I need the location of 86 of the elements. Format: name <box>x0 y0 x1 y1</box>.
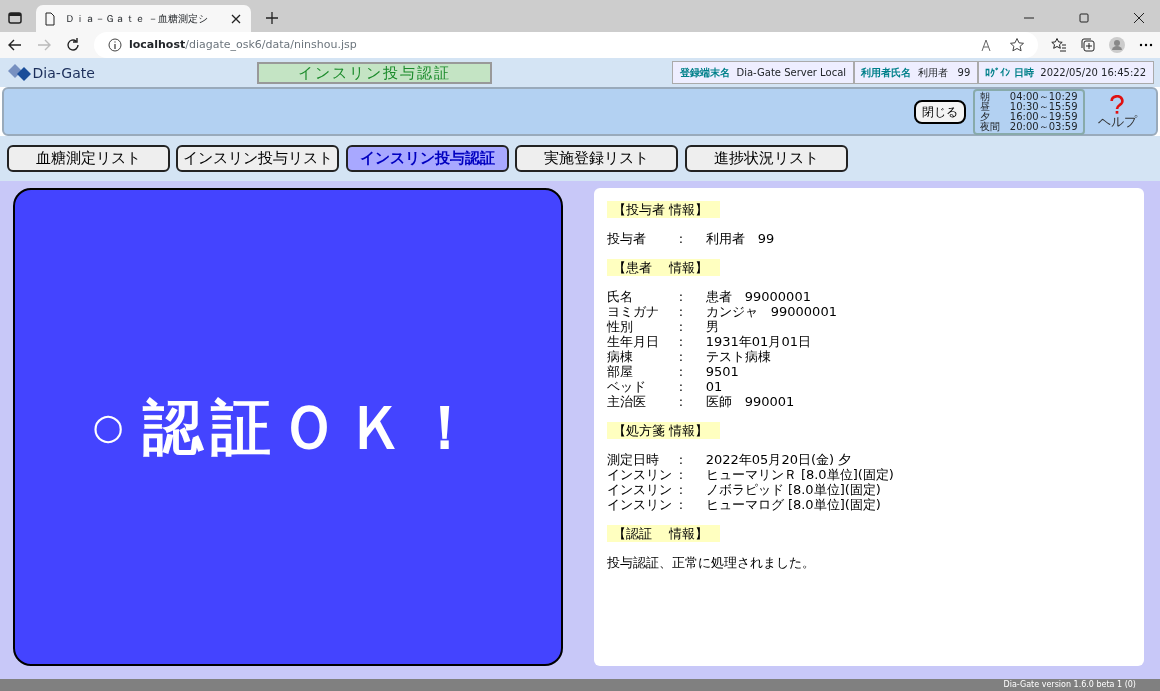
page-title: インスリン投与認証 <box>256 61 492 84</box>
field-value: 9501 <box>705 363 740 379</box>
url-text: localhost/diagate_osk6/data/ninshou.jsp <box>129 36 358 53</box>
browser-tab[interactable]: Ｄｉａ－Ｇａｔｅ －血糖測定シ <box>35 5 251 32</box>
tab-title: Ｄｉａ－Ｇａｔｅ －血糖測定シ <box>64 12 209 26</box>
field-value: 1931年01月01日 <box>705 333 812 349</box>
schedule-range: 16:00～19:59 <box>1009 111 1078 122</box>
result-mark: ○ <box>92 404 124 449</box>
nav-tab[interactable]: 血糖測定リスト <box>6 145 170 172</box>
collections-icon[interactable] <box>1079 37 1096 53</box>
field-separator: : <box>678 230 685 246</box>
section-heading: 【認証 情報】 <box>606 524 721 542</box>
field-separator: : <box>678 496 685 512</box>
new-tab-icon[interactable] <box>263 9 280 26</box>
version-text: Dia-Gate version 1.6.0 beta 1 (0) <box>1003 680 1136 689</box>
help-label: ヘルプ <box>1097 114 1137 129</box>
field-label: 氏名 <box>606 288 634 304</box>
field-separator: : <box>678 303 685 319</box>
schedule-range: 10:30～15:59 <box>1009 101 1078 112</box>
field-label: 生年月日 <box>606 333 660 349</box>
field-separator: : <box>678 288 685 304</box>
field-separator: : <box>678 378 685 394</box>
field-separator: : <box>678 333 685 349</box>
field-label: ベッド <box>606 378 647 394</box>
field-value: 患者 99000001 <box>705 288 812 304</box>
field-separator: : <box>678 363 685 379</box>
reload-icon[interactable] <box>64 37 81 53</box>
schedule-period: 朝 <box>979 91 991 102</box>
field-value: ヒューマログ [8.0単位](固定) <box>705 496 882 512</box>
field-label: ヨミガナ <box>606 303 660 319</box>
section-heading: 【投与者 情報】 <box>606 200 721 218</box>
field-value: 利用者 99 <box>705 230 776 246</box>
field-value: 男 <box>705 318 720 334</box>
info-value: Dia-Gate Server Local <box>736 66 847 80</box>
field-value: ヒューマリンＲ [8.0単位](固定) <box>705 466 895 482</box>
result-text: 認証ＯＫ！ <box>143 390 484 464</box>
field-label: 病棟 <box>606 348 634 364</box>
info-value: 2022/05/20 16:45:22 <box>1040 66 1146 80</box>
favorite-star-icon[interactable] <box>1008 37 1025 53</box>
field-separator: : <box>678 451 685 467</box>
field-label: インスリン <box>606 481 673 497</box>
nav-tab[interactable]: 進捗状況リスト <box>684 145 848 172</box>
favorites-icon[interactable] <box>1050 37 1067 53</box>
section-heading: 【患者 情報】 <box>606 258 721 276</box>
status-message: 投与認証、正常に処理されました。 <box>606 554 816 570</box>
schedule-range: 04:00～10:29 <box>1009 91 1078 102</box>
page-icon <box>42 10 58 27</box>
close-button[interactable]: 閉じる <box>914 99 967 124</box>
address-bar[interactable]: localhost/diagate_osk6/data/ninshou.jsp <box>93 32 1038 58</box>
nav-tab[interactable]: インスリン投与認証 <box>345 145 509 172</box>
field-label: 測定日時 <box>606 451 660 467</box>
field-separator: : <box>678 466 685 482</box>
info-label: 登録端末名 <box>679 66 730 80</box>
field-label: インスリン <box>606 466 673 482</box>
nav-tab[interactable]: 実施登録リスト <box>515 145 678 172</box>
schedule-period: 昼 <box>979 101 991 112</box>
logo-icon <box>6 61 33 84</box>
field-label: インスリン <box>606 496 673 512</box>
tab-actions-icon[interactable] <box>6 9 23 26</box>
field-separator: : <box>678 481 685 497</box>
field-value: 2022年05月20日(金) 夕 <box>705 451 853 467</box>
field-label: 部屋 <box>606 363 634 379</box>
profile-icon[interactable] <box>1108 37 1125 53</box>
section-heading: 【処方箋 情報】 <box>606 421 721 439</box>
help-icon[interactable] <box>1109 94 1125 115</box>
schedule-range: 20:00～03:59 <box>1009 121 1078 132</box>
nav-tab[interactable]: インスリン投与リスト <box>176 145 339 172</box>
info-label: ﾛｸﾞｲﾝ 日時 <box>985 66 1034 80</box>
field-label: 主治医 <box>606 393 647 409</box>
field-separator: : <box>678 393 685 409</box>
field-label: 性別 <box>606 318 634 334</box>
field-separator: : <box>678 318 685 334</box>
field-label: 投与者 <box>606 230 647 246</box>
field-separator: : <box>678 348 685 364</box>
field-value: 01 <box>705 378 724 394</box>
logo-text: Dia-Gate <box>32 63 95 83</box>
schedule-period: 夕 <box>979 111 990 122</box>
back-icon[interactable] <box>6 37 23 53</box>
field-value: テスト病棟 <box>705 348 772 364</box>
field-value: 医師 990001 <box>705 393 796 409</box>
field-value: カンジャ 99000001 <box>705 303 838 319</box>
info-value: 利用者 99 <box>917 66 971 80</box>
info-icon[interactable] <box>106 37 123 53</box>
schedule-period: 夜間 <box>979 121 1001 132</box>
info-label: 利用者氏名 <box>861 66 912 80</box>
field-value: ノボラピッド [8.0単位](固定) <box>705 481 882 497</box>
